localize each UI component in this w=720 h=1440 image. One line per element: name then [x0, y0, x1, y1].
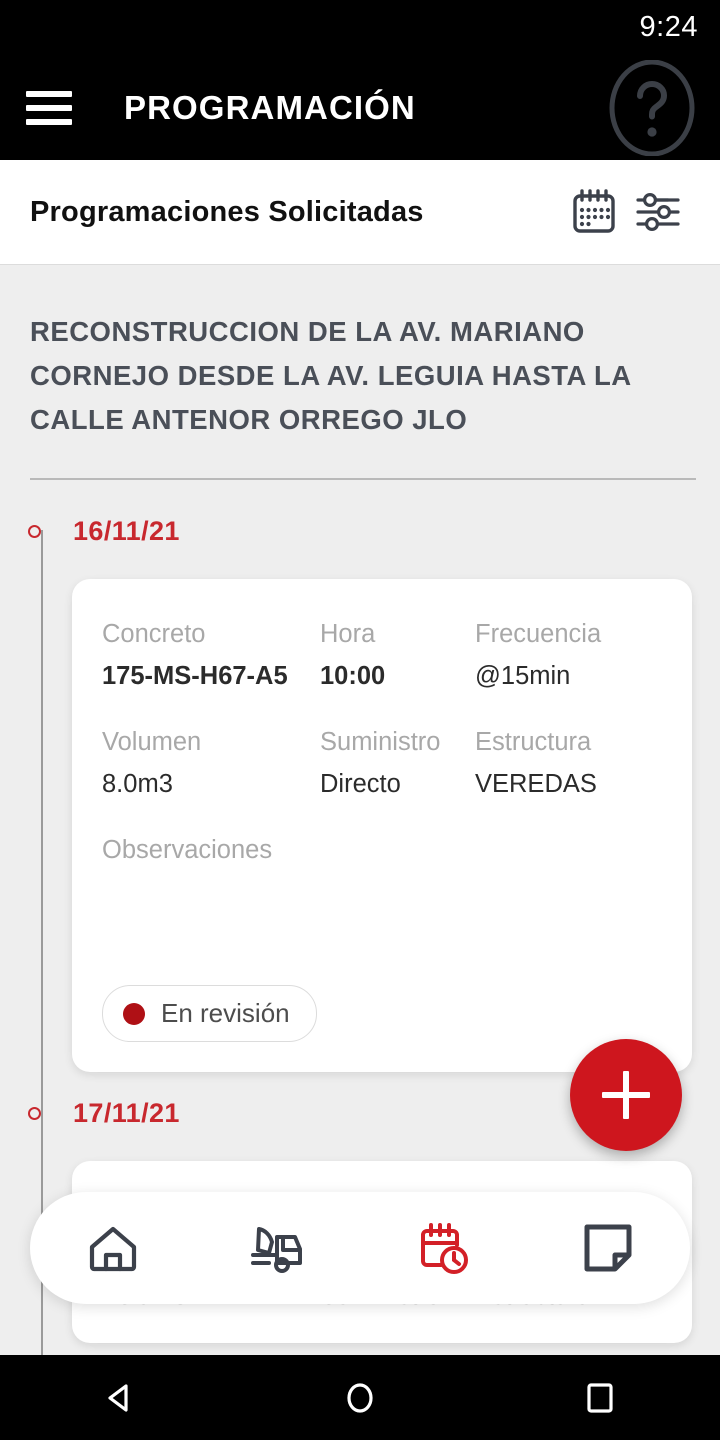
field-suministro: Suministro Directo — [320, 725, 475, 805]
timeline-date-label: 16/11/21 — [73, 515, 180, 546]
app-bar: PROGRAMACIÓN — [0, 55, 720, 160]
field-label: Volumen — [102, 728, 202, 756]
field-hora: Hora 10:00 — [320, 617, 475, 697]
back-triangle-icon — [108, 1383, 128, 1412]
android-back-button[interactable] — [75, 1355, 165, 1440]
sub-header: Programaciones Solicitadas — [0, 160, 720, 265]
help-circle-icon[interactable] — [606, 59, 698, 156]
status-bar: 9:24 — [0, 0, 720, 55]
field-value: VEREDAS — [475, 770, 597, 798]
field-concreto: Concreto 175-MS-H67-A5 — [102, 617, 320, 697]
timeline-date-row: 16/11/21 — [0, 508, 720, 554]
calendar-clock-icon — [420, 1223, 468, 1274]
home-icon — [89, 1226, 136, 1272]
card-row: Volumen 8.0m3 Suministro Directo Estruct… — [102, 725, 662, 805]
add-button[interactable] — [570, 1039, 682, 1151]
hamburger-menu-icon[interactable] — [26, 90, 72, 125]
nav-item-documentos[interactable] — [525, 1192, 690, 1304]
field-label: Observaciones — [102, 836, 273, 864]
field-frecuencia: Frecuencia @15min — [475, 617, 662, 697]
field-value: @15min — [475, 662, 571, 690]
field-estructura: Estructura VEREDAS — [475, 725, 662, 805]
hamburger-bar — [26, 104, 72, 111]
mixer-truck-icon — [250, 1227, 302, 1273]
timeline-dot-icon — [28, 1106, 41, 1120]
field-label: Estructura — [475, 728, 592, 756]
programming-card[interactable]: Concreto 175-MS-H67-A5 Hora 10:00 Frecue… — [72, 579, 692, 1072]
card-row: Concreto 175-MS-H67-A5 Hora 10:00 Frecue… — [102, 617, 662, 697]
project-title: RECONSTRUCCION DE LA AV. MARIANO CORNEJO… — [30, 316, 631, 435]
android-home-button[interactable] — [315, 1355, 405, 1440]
field-volumen: Volumen 8.0m3 — [102, 725, 320, 805]
android-recents-button[interactable] — [555, 1355, 645, 1440]
calendar-icon[interactable] — [562, 180, 626, 244]
field-label: Hora — [320, 620, 376, 648]
document-icon — [584, 1224, 631, 1272]
status-clock: 9:24 — [639, 11, 698, 43]
field-value: Directo — [320, 770, 401, 798]
field-value: 8.0m3 — [102, 770, 173, 798]
filter-sliders-icon[interactable] — [626, 180, 690, 244]
field-label: Concreto — [102, 620, 206, 648]
bottom-navigation-bar — [30, 1192, 690, 1304]
field-label: Frecuencia — [475, 620, 602, 648]
recents-square-icon — [587, 1382, 613, 1413]
plus-icon — [602, 1092, 650, 1098]
page-title: PROGRAMACIÓN — [124, 88, 416, 126]
timeline-date-label: 17/11/21 — [73, 1097, 180, 1128]
field-value: 10:00 — [320, 662, 386, 690]
sub-header-title: Programaciones Solicitadas — [30, 195, 424, 228]
field-observaciones: Observaciones — [102, 833, 662, 967]
timeline-entry: 16/11/21 Concreto 175-MS-H67-A5 Hora 10:… — [0, 508, 720, 1072]
status-badge[interactable]: En revisión — [102, 985, 317, 1042]
field-label: Suministro — [320, 728, 441, 756]
field-value — [102, 871, 662, 967]
hamburger-bar — [26, 118, 72, 125]
android-navigation-bar — [0, 1355, 720, 1440]
nav-item-home[interactable] — [30, 1192, 195, 1304]
status-dot-icon — [123, 1002, 145, 1025]
home-circle-icon — [347, 1382, 373, 1413]
nav-item-despacho[interactable] — [195, 1192, 360, 1304]
hamburger-bar — [26, 90, 72, 97]
status-badge-label: En revisión — [161, 998, 290, 1028]
timeline-dot-icon — [28, 524, 41, 538]
field-value: 175-MS-H67-A5 — [102, 662, 288, 690]
nav-item-programacion[interactable] — [360, 1192, 525, 1304]
